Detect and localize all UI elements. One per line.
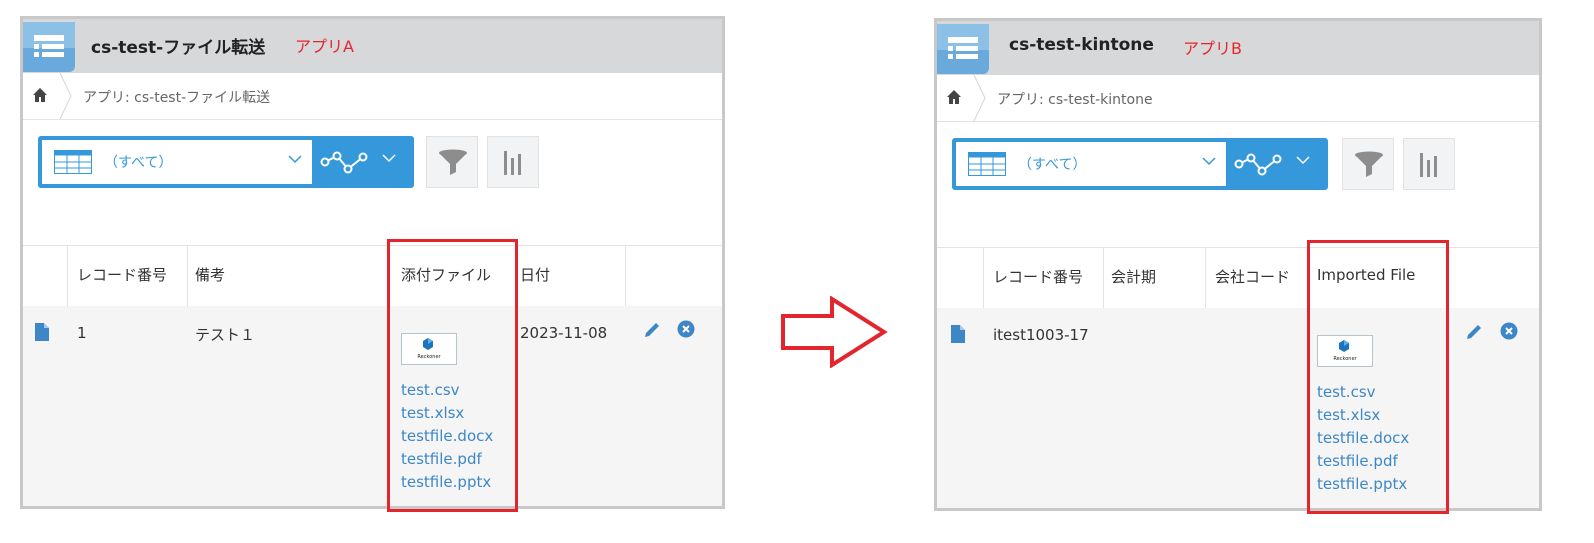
view-name: （すべて） [1018,157,1087,173]
breadcrumb: アプリ: cs-test-kintone [937,75,1539,122]
view-selector-bar: （すべて） [952,138,1328,190]
table-row: 1 テスト１ Reckoner test.csv test.xlsx testf… [23,306,722,506]
pencil-icon[interactable] [643,321,661,339]
right-arrow-icon [781,296,888,368]
column-header[interactable]: レコード番号 [993,266,1083,287]
table-header: レコード番号 備考 添付ファイル 日付 [23,245,722,307]
document-icon[interactable] [951,325,965,343]
highlight-box [387,239,518,512]
document-icon[interactable] [35,323,49,341]
bar-chart-icon [504,151,521,175]
view-select[interactable]: （すべて） [956,142,1226,186]
chart-button[interactable] [487,136,539,188]
view-selector-bar: （すべて） [38,136,414,188]
home-icon[interactable] [32,87,48,103]
app-title: cs-test-ファイル転送 [91,38,266,58]
close-circle-icon[interactable] [677,320,695,338]
pencil-icon[interactable] [1465,323,1483,341]
record-number: 1 [77,324,87,342]
list-icon[interactable] [23,22,75,72]
date-value: 2023-11-08 [520,324,608,342]
line-graph-icon[interactable] [320,149,368,175]
table-grid-icon [54,150,92,174]
chart-button[interactable] [1403,138,1455,190]
filter-button[interactable] [426,136,478,188]
column-header[interactable]: 会社コード [1215,266,1290,287]
app-header: cs-test-kintone アプリB [937,21,1539,75]
table-grid-icon [968,152,1006,176]
list-icon[interactable] [937,24,989,74]
breadcrumb: アプリ: cs-test-ファイル転送 [23,73,722,120]
column-header[interactable]: レコード番号 [77,264,167,285]
app-label: アプリA [295,37,354,56]
highlight-box [1307,240,1449,514]
app-title: cs-test-kintone [1009,35,1154,55]
filter-button[interactable] [1342,138,1394,190]
breadcrumb-app[interactable]: アプリ: cs-test-kintone [997,89,1153,109]
breadcrumb-app[interactable]: アプリ: cs-test-ファイル転送 [83,87,270,107]
view-name: （すべて） [104,155,173,171]
funnel-icon [1355,151,1383,177]
chevron-down-icon [288,155,302,164]
column-header[interactable]: 日付 [520,264,550,285]
chevron-down-icon[interactable] [1296,156,1310,165]
column-header[interactable]: 会計期 [1111,266,1156,287]
chevron-down-icon[interactable] [382,154,396,163]
chevron-down-icon [1202,157,1216,166]
app-b-panel: cs-test-kintone アプリB アプリ: cs-test-kinton… [934,18,1542,514]
app-a-panel: cs-test-ファイル転送 アプリA アプリ: cs-test-ファイル転送 … [20,16,725,512]
bar-chart-icon [1420,153,1437,177]
line-graph-icon[interactable] [1234,151,1282,177]
column-header[interactable]: 備考 [195,264,225,285]
view-select[interactable]: （すべて） [42,140,312,184]
home-icon[interactable] [946,89,962,105]
app-header: cs-test-ファイル転送 アプリA [23,19,722,73]
note-value: テスト１ [195,326,256,344]
funnel-icon [439,149,467,175]
record-number: itest1003-17 [993,326,1089,344]
close-circle-icon[interactable] [1500,322,1518,340]
app-label: アプリB [1183,39,1242,58]
